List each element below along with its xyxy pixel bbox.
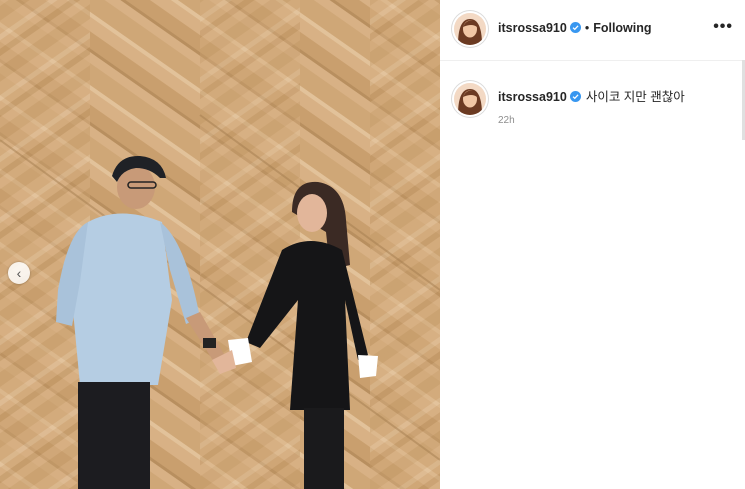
avatar-image: [454, 83, 486, 115]
avatar-image: [454, 13, 486, 45]
post-header: itsrossa910 • Following •••: [440, 0, 745, 61]
username-link[interactable]: itsrossa910: [498, 21, 567, 35]
caption-username-link[interactable]: itsrossa910: [498, 90, 567, 104]
avatar[interactable]: [454, 83, 486, 115]
separator-dot: •: [584, 21, 590, 35]
instagram-post: ‹ itsrossa910 • Following ••• itsrossa91…: [0, 0, 745, 489]
prev-image-button[interactable]: ‹: [8, 262, 30, 284]
header-meta: itsrossa910 • Following: [498, 21, 652, 35]
avatar[interactable]: [454, 13, 486, 45]
post-image: [0, 0, 440, 489]
post-timestamp[interactable]: 22h: [498, 115, 515, 126]
chevron-left-icon: ‹: [16, 265, 22, 281]
following-button[interactable]: Following: [593, 21, 651, 35]
caption-text: itsrossa910 사이코 지만 괜찮아: [498, 86, 685, 105]
caption-body: 사이코 지만 괜찮아: [585, 90, 685, 104]
verified-badge-icon: [569, 22, 581, 33]
verified-badge-icon: [569, 91, 581, 102]
post-photo[interactable]: ‹: [0, 0, 440, 489]
more-options-icon[interactable]: •••: [713, 18, 733, 36]
post-side-panel: itsrossa910 • Following ••• itsrossa910 사이코…: [440, 0, 745, 489]
